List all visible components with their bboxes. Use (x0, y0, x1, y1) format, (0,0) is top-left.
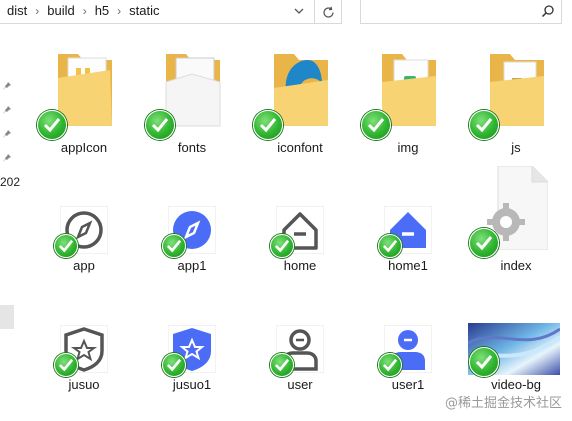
sync-check-icon (469, 228, 499, 258)
sync-check-icon (270, 353, 294, 377)
file-name: appIcon (60, 140, 108, 155)
folder-item[interactable]: Abg fonts (140, 48, 244, 158)
nav-selected-item[interactable] (0, 305, 14, 329)
chevron-down-icon (294, 8, 304, 14)
nav-item-label[interactable]: 202 (0, 175, 20, 189)
sync-check-icon (378, 234, 402, 258)
file-item[interactable]: user (248, 285, 352, 395)
chevron-right-icon: › (82, 3, 87, 18)
file-name: img (397, 140, 419, 155)
file-name: video-bg (491, 377, 541, 392)
pin-icon[interactable] (2, 129, 12, 139)
sync-check-icon (253, 110, 283, 140)
file-name: iconfont (277, 140, 323, 155)
file-item[interactable]: video-bg (464, 285, 568, 395)
file-item[interactable]: index (464, 166, 568, 276)
folder-item[interactable]: iconfont (248, 48, 352, 158)
file-name: home (283, 258, 317, 273)
file-name: fonts (177, 140, 207, 155)
file-item[interactable]: home (248, 166, 352, 276)
sync-check-icon (145, 110, 175, 140)
sync-check-icon (54, 353, 78, 377)
breadcrumb-h5[interactable]: h5 (94, 3, 110, 18)
sync-check-icon (162, 234, 186, 258)
address-bar[interactable]: dist › build › h5 › static (0, 0, 342, 24)
chevron-right-icon: › (35, 3, 40, 18)
file-name: js (511, 140, 521, 155)
sync-check-icon (469, 347, 499, 377)
file-item[interactable]: jusuo1 (140, 285, 244, 395)
sync-check-icon (270, 234, 294, 258)
pin-icon[interactable] (2, 81, 12, 91)
folder-item[interactable]: img (356, 48, 460, 158)
file-item[interactable]: app (32, 166, 136, 276)
address-history-dropdown[interactable] (286, 0, 312, 22)
file-name: user (287, 377, 313, 392)
watermark: @稀土掘金技术社区 (444, 396, 562, 411)
sync-check-icon (162, 353, 186, 377)
file-item[interactable]: app1 (140, 166, 244, 276)
breadcrumb: dist › build › h5 › static (6, 3, 161, 18)
file-name: user1 (391, 377, 425, 392)
folder-item[interactable]: appIcon (32, 48, 136, 158)
file-item[interactable]: home1 (356, 166, 460, 276)
navigation-pane: 202 (0, 24, 20, 421)
sync-check-icon (378, 353, 402, 377)
file-name: app1 (177, 258, 207, 273)
chevron-right-icon: › (117, 3, 122, 18)
file-name: jusuo1 (172, 377, 212, 392)
file-name: jusuo (68, 377, 100, 392)
sync-check-icon (54, 234, 78, 258)
breadcrumb-build[interactable]: build (46, 3, 75, 18)
sync-check-icon (361, 110, 391, 140)
sync-check-icon (469, 110, 499, 140)
sync-check-icon (37, 110, 67, 140)
refresh-icon (323, 6, 334, 18)
file-item[interactable]: user1 (356, 285, 460, 395)
refresh-button[interactable] (314, 0, 342, 24)
breadcrumb-dist[interactable]: dist (6, 3, 28, 18)
pin-icon[interactable] (2, 105, 12, 115)
pin-icon[interactable] (2, 153, 12, 163)
search-box[interactable] (360, 0, 562, 24)
search-icon (541, 5, 554, 18)
file-name: index (500, 258, 532, 273)
file-name: home1 (388, 258, 428, 273)
breadcrumb-static[interactable]: static (128, 3, 160, 18)
file-name: app (73, 258, 95, 273)
folder-item[interactable]: js (464, 48, 568, 158)
file-item[interactable]: jusuo (32, 285, 136, 395)
